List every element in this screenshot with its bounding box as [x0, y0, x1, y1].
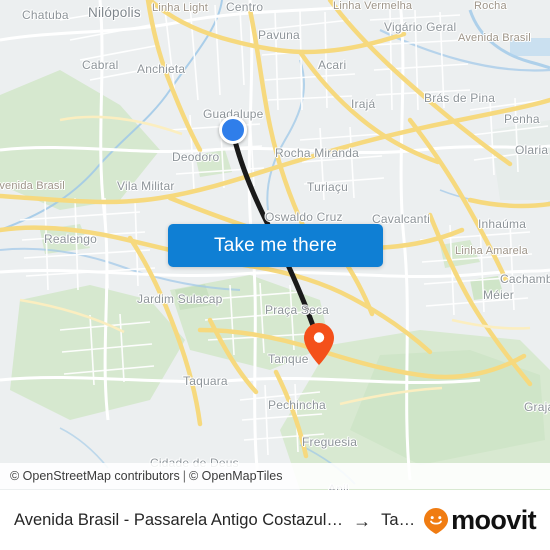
trip-footer-bar: Avenida Brasil - Passarela Antigo Costaz… — [0, 490, 550, 550]
moovit-logo[interactable]: moovit — [423, 505, 537, 535]
take-me-there-button[interactable]: Take me there — [168, 224, 383, 267]
moovit-wordmark: moovit — [451, 505, 537, 535]
map-attribution-bar: © OpenStreetMap contributors | © OpenMapTi… — [0, 463, 550, 489]
osm-attribution-link[interactable]: © OpenStreetMap contributors — [10, 469, 180, 483]
map-canvas[interactable]: Chatuba Nilópolis Centro Linha Vermelha Linh… — [0, 0, 550, 490]
origin-dot-icon[interactable] — [219, 116, 247, 144]
attribution-separator: | — [182, 469, 186, 483]
arrow-right-icon: → — [353, 510, 372, 531]
trip-destination-label: Ta… — [381, 511, 416, 529]
openmaptiles-attribution-link[interactable]: © OpenMapTiles — [189, 469, 283, 483]
attribution-text: © OpenStreetMap contributors | © OpenMapTi… — [10, 469, 282, 483]
moovit-pin-icon — [424, 507, 449, 534]
trip-origin-label: Avenida Brasil - Passarela Antigo Costaz… — [14, 511, 344, 529]
destination-pin-icon[interactable] — [303, 322, 335, 366]
moovit-map-screen: Chatuba Nilópolis Centro Linha Vermelha Linh… — [0, 0, 550, 550]
